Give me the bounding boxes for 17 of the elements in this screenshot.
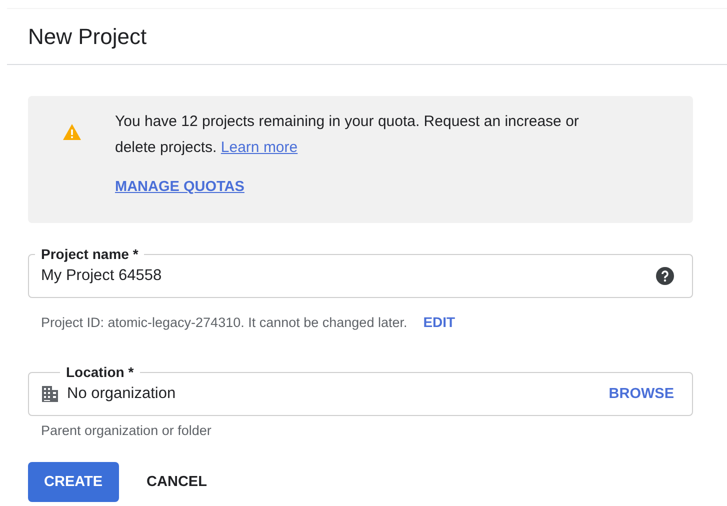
warning-icon — [62, 123, 82, 141]
learn-more-link[interactable]: Learn more — [220, 139, 298, 156]
cancel-button[interactable]: CANCEL — [130, 462, 223, 502]
building-icon — [41, 385, 59, 403]
help-icon[interactable] — [656, 267, 674, 285]
dialog-title: New Project — [28, 24, 147, 50]
browse-button[interactable]: BROWSE — [608, 386, 674, 402]
field-value: No organization — [67, 385, 177, 403]
field-hint: Parent organization or folder — [41, 423, 212, 438]
manage-quotas-link[interactable]: MANAGE QUOTAS — [115, 179, 244, 195]
field-label: Project name * — [35, 246, 144, 262]
quota-message: You have 12 projects remaining in your quota. Request an increase or delete projects. Learn more — [115, 112, 580, 158]
edit-link[interactable]: EDIT — [423, 314, 456, 330]
field-value: My Project 64558 — [41, 267, 163, 285]
field-label: Location * — [60, 364, 140, 380]
create-button[interactable]: CREATE — [28, 462, 119, 502]
field-hint: Project ID: atomic-legacy-274310. It cannot be changed later. — [41, 314, 408, 330]
